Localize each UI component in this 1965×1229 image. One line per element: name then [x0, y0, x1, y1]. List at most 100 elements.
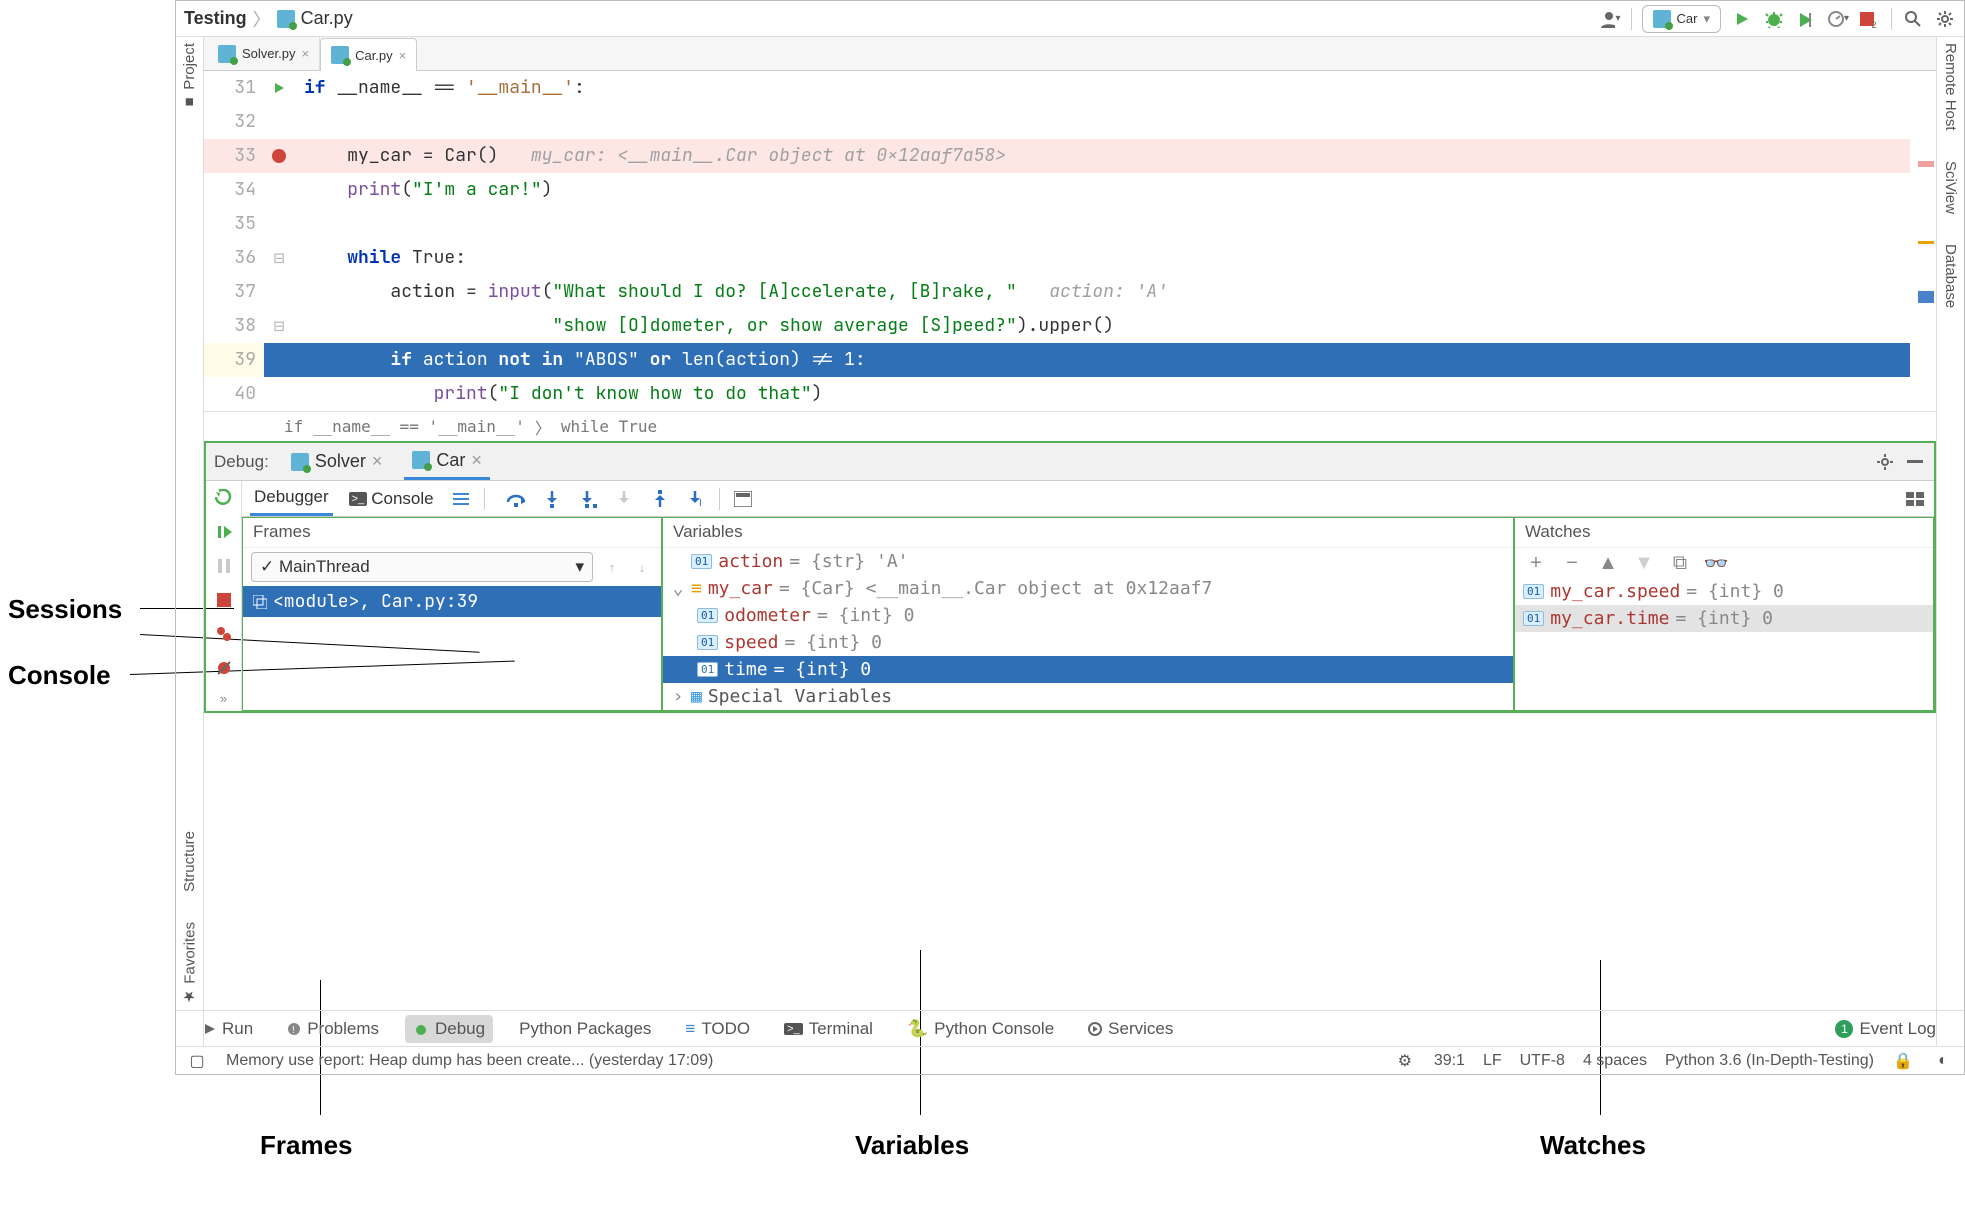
- variables-pane: Variables 01action = {str} 'A' ⌄≡my_car …: [662, 517, 1514, 711]
- add-watch-icon[interactable]: +: [1525, 552, 1547, 574]
- main-area: Solver.py × Car.py × ▲2 ▲2 ✔3 ︿ ﹀ 31if _…: [204, 37, 1936, 1010]
- interpreter[interactable]: Python 3.6 (In-Depth-Testing): [1665, 1052, 1874, 1070]
- threads-icon[interactable]: [450, 488, 472, 510]
- debug-tabs-row: Debugger >_Console I: [242, 481, 1934, 517]
- stop-button[interactable]: 2: [1859, 8, 1881, 30]
- stop-icon[interactable]: [213, 589, 235, 611]
- pause-icon[interactable]: [213, 555, 235, 577]
- sidebar-project[interactable]: ■Project: [181, 43, 198, 111]
- session-tab-car[interactable]: Car ×: [404, 443, 490, 480]
- gear-icon[interactable]: [1874, 451, 1896, 473]
- editor[interactable]: 31if __name__ == '__main__': 32 33 my_ca…: [204, 71, 1936, 411]
- annotation-console: Console: [8, 660, 111, 691]
- sidebar-database[interactable]: Database: [1942, 244, 1959, 308]
- close-icon[interactable]: ×: [372, 451, 383, 472]
- tool-eventlog[interactable]: 1Event Log: [1827, 1015, 1944, 1043]
- frame-up-icon[interactable]: ↑: [601, 556, 623, 578]
- tool-pyconsole[interactable]: 🐍Python Console: [899, 1015, 1062, 1043]
- ide-window: Testing 〉 Car.py ▾ Car ▾ ▾ 2 ■Project: [175, 0, 1965, 1075]
- var-special[interactable]: ›▦Special Variables: [663, 683, 1513, 710]
- watch-up-icon[interactable]: ▲: [1597, 552, 1619, 574]
- coverage-button[interactable]: [1795, 8, 1817, 30]
- view-bps-icon[interactable]: [213, 623, 235, 645]
- resume-icon[interactable]: [213, 521, 235, 543]
- step-into-my-icon[interactable]: [577, 488, 599, 510]
- stack-frame[interactable]: <module>, Car.py:39: [243, 586, 661, 617]
- sidebar-favorites[interactable]: ★Favorites: [181, 922, 199, 1006]
- tool-run[interactable]: Run: [196, 1015, 261, 1043]
- gear-icon[interactable]: [1934, 8, 1956, 30]
- editor-breadcrumb[interactable]: if __name__ == '__main__'〉while True: [204, 411, 1936, 441]
- step-into-icon[interactable]: [541, 488, 563, 510]
- close-icon[interactable]: ×: [301, 46, 309, 61]
- rerun-icon[interactable]: [213, 487, 235, 509]
- session-tab-solver[interactable]: Solver ×: [283, 443, 391, 480]
- tool-debug[interactable]: Debug: [405, 1015, 493, 1043]
- status-message[interactable]: Memory use report: Heap dump has been cr…: [226, 1052, 713, 1070]
- remove-watch-icon[interactable]: −: [1561, 552, 1583, 574]
- editor-tab-solver[interactable]: Solver.py ×: [208, 37, 320, 70]
- annotation-frames: Frames: [260, 1130, 353, 1161]
- sidebar-remote[interactable]: Remote Host: [1942, 43, 1959, 131]
- debugger-tab[interactable]: Debugger: [250, 481, 333, 516]
- sidebar-structure[interactable]: Structure: [181, 831, 198, 892]
- frame-down-icon[interactable]: ↓: [631, 556, 653, 578]
- caret-position[interactable]: 39:1: [1434, 1052, 1465, 1070]
- watch-speed[interactable]: 01my_car.speed = {int} 0: [1515, 578, 1933, 605]
- stripe-exec[interactable]: [1918, 291, 1934, 303]
- sidebar-sciview[interactable]: SciView: [1942, 161, 1959, 214]
- user-icon[interactable]: ▾: [1599, 8, 1621, 30]
- status-bar: ▢ Memory use report: Heap dump has been …: [176, 1046, 1964, 1074]
- tool-pypackages[interactable]: Python Packages: [511, 1015, 659, 1043]
- bg-tasks-icon[interactable]: ⚙: [1394, 1050, 1416, 1072]
- watch-down-icon[interactable]: ▼: [1633, 552, 1655, 574]
- duplicate-watch-icon[interactable]: ⧉: [1669, 552, 1691, 574]
- annotation-variables: Variables: [855, 1130, 969, 1161]
- var-odo[interactable]: 01odometer = {int} 0: [663, 602, 1513, 629]
- minimize-icon[interactable]: [1904, 451, 1926, 473]
- navbar: Testing 〉 Car.py ▾ Car ▾ ▾ 2: [176, 1, 1964, 37]
- breakpoint-icon[interactable]: [272, 149, 286, 163]
- search-icon[interactable]: [1902, 8, 1924, 30]
- tool-todo[interactable]: ≡TODO: [677, 1015, 758, 1043]
- toolwindow-toggle-icon[interactable]: ▢: [186, 1050, 208, 1072]
- layout-icon[interactable]: [1904, 488, 1926, 510]
- debug-button[interactable]: [1763, 8, 1785, 30]
- run-config-selector[interactable]: Car ▾: [1642, 5, 1721, 33]
- glasses-icon[interactable]: 👓: [1705, 552, 1727, 574]
- stripe-error[interactable]: [1918, 161, 1934, 167]
- console-tab[interactable]: >_Console: [345, 481, 438, 516]
- sidebar-left: ■Project Structure ★Favorites: [176, 37, 204, 1046]
- run-to-cursor-icon[interactable]: I: [685, 488, 707, 510]
- encoding[interactable]: UTF-8: [1520, 1052, 1565, 1070]
- mute-bps-icon[interactable]: [213, 657, 235, 679]
- debug-action-toolbar: »: [206, 481, 242, 711]
- var-mycar[interactable]: ⌄≡my_car = {Car} <__main__.Car object at…: [663, 575, 1513, 602]
- close-icon[interactable]: ×: [471, 450, 482, 471]
- breadcrumb[interactable]: Testing 〉 Car.py: [184, 6, 353, 32]
- force-step-into-icon[interactable]: [613, 488, 635, 510]
- lock-icon[interactable]: 🔒: [1892, 1050, 1914, 1072]
- indent[interactable]: 4 spaces: [1583, 1052, 1647, 1070]
- thread-selector[interactable]: ✓ MainThread▾: [251, 552, 593, 582]
- python-file-icon: [412, 451, 430, 469]
- line-ending[interactable]: LF: [1483, 1052, 1502, 1070]
- hector-icon[interactable]: ◐: [1932, 1050, 1954, 1072]
- watch-time[interactable]: 01my_car.time = {int} 0: [1515, 605, 1933, 632]
- profile-button[interactable]: ▾: [1827, 8, 1849, 30]
- var-speed[interactable]: 01speed = {int} 0: [663, 629, 1513, 656]
- stripe-warning[interactable]: [1918, 241, 1934, 244]
- editor-tab-car[interactable]: Car.py ×: [320, 38, 417, 71]
- evaluate-icon[interactable]: [732, 488, 754, 510]
- close-icon[interactable]: ×: [399, 48, 407, 63]
- tool-terminal[interactable]: >_Terminal: [776, 1015, 881, 1043]
- run-button[interactable]: [1731, 8, 1753, 30]
- tool-services[interactable]: Services: [1080, 1015, 1181, 1043]
- var-time[interactable]: 01time = {int} 0: [663, 656, 1513, 683]
- tool-problems[interactable]: !Problems: [279, 1015, 387, 1043]
- var-action[interactable]: 01action = {str} 'A': [663, 548, 1513, 575]
- run-gutter-icon[interactable]: [273, 82, 285, 94]
- step-out-icon[interactable]: [649, 488, 671, 510]
- step-over-icon[interactable]: [505, 488, 527, 510]
- annotation-watches: Watches: [1540, 1130, 1646, 1161]
